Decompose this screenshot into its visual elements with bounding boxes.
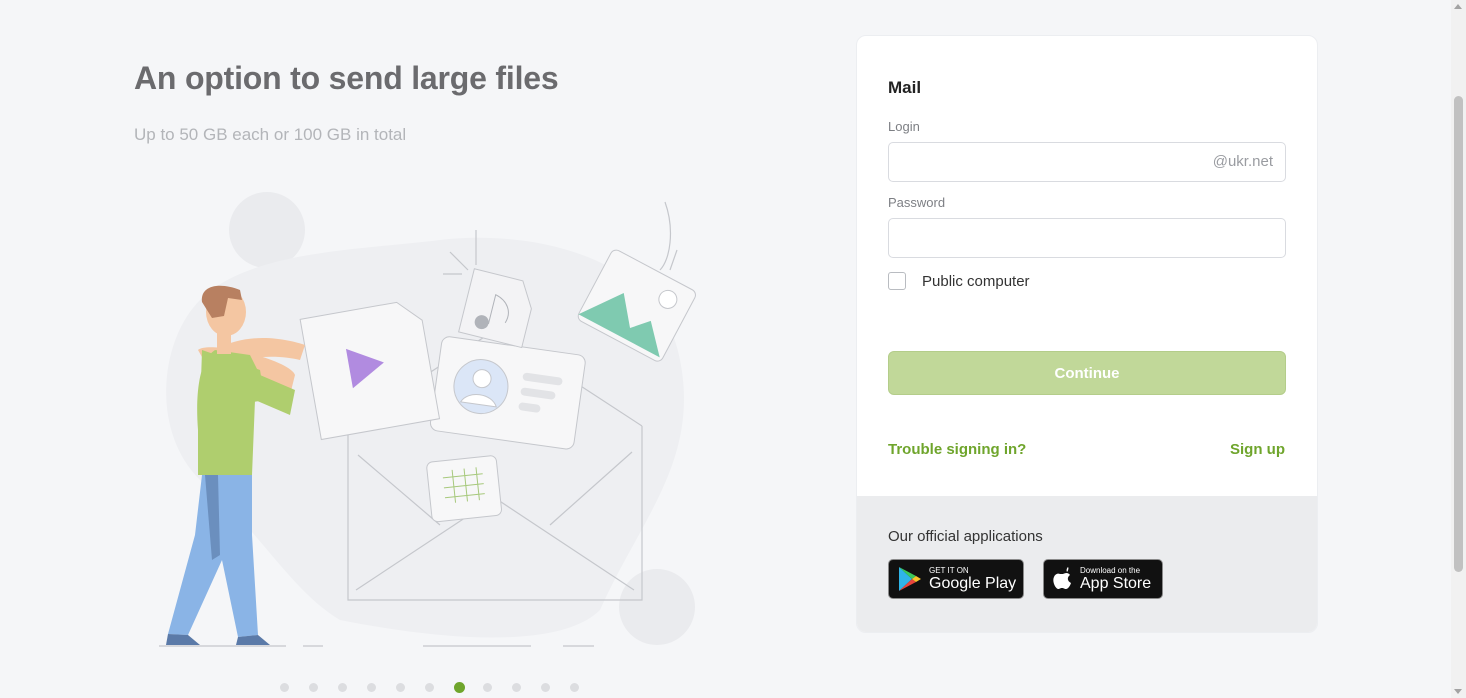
slider-dot-active[interactable]: [454, 682, 465, 693]
official-apps-title: Our official applications: [888, 528, 1043, 545]
app-store-small-text: Download on the: [1080, 566, 1141, 575]
login-label: Login: [888, 119, 920, 134]
login-card: Mail Login @ukr.net Password Public comp…: [856, 35, 1318, 633]
official-apps-section: Our official applications GET IT ON Goog…: [857, 496, 1317, 632]
slider-dot[interactable]: [570, 683, 579, 692]
slider-pagination: [280, 682, 599, 693]
promo-subtitle: Up to 50 GB each or 100 GB in total: [134, 125, 407, 144]
google-play-small-text: GET IT ON: [929, 566, 969, 575]
app-store-button[interactable]: Download on the App Store: [1043, 559, 1163, 599]
slider-dot[interactable]: [338, 683, 347, 692]
public-computer-label[interactable]: Public computer: [922, 273, 1030, 290]
scroll-down-arrow-icon[interactable]: [1454, 689, 1462, 694]
slider-dot[interactable]: [512, 683, 521, 692]
page-scrollbar[interactable]: [1451, 0, 1466, 698]
password-input[interactable]: [889, 219, 1285, 257]
large-files-illustration: [159, 192, 696, 647]
slider-dot[interactable]: [396, 683, 405, 692]
password-field[interactable]: [888, 218, 1286, 258]
scrollbar-thumb[interactable]: [1454, 96, 1463, 572]
slider-dot[interactable]: [483, 683, 492, 692]
sign-up-link[interactable]: Sign up: [1230, 441, 1285, 458]
login-card-title: Mail: [888, 78, 922, 97]
password-label: Password: [888, 195, 946, 210]
domain-suffix: @ukr.net: [1212, 153, 1273, 170]
continue-button[interactable]: Continue: [888, 351, 1286, 395]
slider-dot[interactable]: [367, 683, 376, 692]
slider-dot[interactable]: [425, 683, 434, 692]
public-computer-row[interactable]: Public computer: [888, 272, 1030, 290]
promo-title: An option to send large files: [134, 60, 559, 96]
slider-dot[interactable]: [541, 683, 550, 692]
apple-icon: [1053, 567, 1071, 589]
google-play-button[interactable]: GET IT ON Google Play: [888, 559, 1024, 599]
google-play-big-text: Google Play: [929, 575, 1017, 592]
slider-dot[interactable]: [309, 683, 318, 692]
public-computer-checkbox[interactable]: [888, 272, 906, 290]
scroll-up-arrow-icon[interactable]: [1454, 4, 1462, 9]
login-field[interactable]: @ukr.net: [888, 142, 1286, 182]
app-store-big-text: App Store: [1080, 575, 1152, 592]
trouble-signing-in-link[interactable]: Trouble signing in?: [888, 441, 1026, 458]
slider-dot[interactable]: [280, 683, 289, 692]
google-play-icon: [899, 567, 921, 591]
